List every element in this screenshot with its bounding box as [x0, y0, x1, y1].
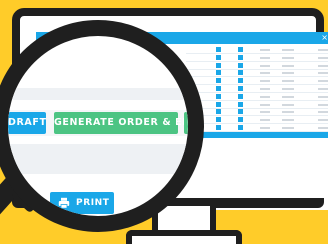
magnifier-lens: DRAFT GENERATE ORDER & EMAIL G PRINT: [0, 20, 204, 232]
mini-cell-text: [260, 119, 270, 122]
mini-table-row: [186, 54, 328, 62]
mini-table-row: [186, 46, 328, 54]
mini-cell-text: [282, 80, 294, 83]
save-draft-button[interactable]: DRAFT: [8, 112, 46, 134]
mini-cell-text: [260, 95, 270, 98]
mini-cell-text: [318, 119, 328, 122]
mini-quantity-box: [238, 62, 243, 68]
mini-quantity-box: [216, 54, 221, 60]
mini-quantity-box: [216, 117, 221, 123]
monitor-stand-base: [126, 230, 242, 244]
generate-order-email-label: GENERATE ORDER & EMAIL: [54, 117, 188, 128]
mini-cell-text: [282, 127, 294, 129]
mini-cell-text: [282, 111, 294, 114]
form-field-top: [8, 88, 188, 100]
mini-cell-text: [318, 127, 328, 129]
mini-table-row: [186, 108, 328, 117]
mini-quantity-box: [238, 93, 243, 99]
generate-order-email-button[interactable]: GENERATE ORDER & EMAIL: [54, 112, 188, 134]
mini-cell-text: [260, 80, 270, 83]
mini-cell-text: [282, 64, 294, 67]
mini-table-row: [186, 116, 328, 125]
mini-cell-text: [260, 72, 270, 75]
mini-quantity-box: [238, 54, 243, 60]
mini-table-row: [186, 124, 328, 132]
printer-icon: [58, 197, 70, 209]
mini-quantity-box: [216, 101, 221, 107]
mini-cell-text: [318, 56, 328, 59]
mini-cell-text: [260, 56, 270, 59]
mini-cell-text: [318, 80, 328, 83]
third-action-button[interactable]: G: [184, 112, 188, 134]
mini-cell-text: [282, 119, 294, 122]
print-button[interactable]: PRINT: [50, 192, 114, 214]
illustration-scene: × DRAFT GENERATE ORDER & EMAIL G: [0, 0, 328, 244]
mini-table-row: [186, 62, 328, 70]
mini-cell-text: [260, 64, 270, 67]
mini-cell-text: [318, 103, 328, 106]
mini-quantity-box: [238, 101, 243, 107]
mini-table-row: [186, 93, 328, 101]
print-button-label: PRINT: [76, 198, 110, 208]
mini-cell-text: [260, 111, 270, 114]
mini-table-footer: [186, 132, 328, 138]
mini-quantity-box: [216, 78, 221, 84]
mini-quantity-box: [216, 125, 221, 130]
notes-field[interactable]: [8, 144, 188, 174]
mini-quantity-box: [238, 109, 243, 115]
mini-cell-text: [318, 72, 328, 75]
mini-quantity-box: [238, 47, 243, 52]
mini-quantity-box: [216, 93, 221, 99]
mini-quantity-box: [238, 125, 243, 130]
mini-cell-text: [282, 72, 294, 75]
mini-quantity-box: [216, 109, 221, 115]
save-draft-button-label: DRAFT: [8, 117, 47, 128]
mini-table-row: [186, 77, 328, 86]
mini-quantity-box: [238, 86, 243, 91]
mini-cell-text: [282, 103, 294, 106]
mini-cell-text: [282, 56, 294, 59]
mini-quantity-box: [216, 86, 221, 91]
mini-cell-text: [318, 64, 328, 67]
mini-cell-text: [282, 95, 294, 98]
mini-quantity-box: [216, 62, 221, 68]
mini-cell-text: [282, 49, 294, 51]
mini-table-row: [186, 101, 328, 109]
mini-quantity-box: [238, 78, 243, 84]
mini-cell-text: [260, 49, 270, 51]
mini-order-table: [186, 46, 328, 138]
mini-cell-text: [318, 88, 328, 90]
mini-cell-text: [260, 127, 270, 129]
mini-cell-text: [318, 111, 328, 114]
secondary-action-button[interactable]: [8, 192, 36, 214]
mini-cell-text: [318, 49, 328, 51]
mini-quantity-box: [216, 47, 221, 52]
magnified-view: DRAFT GENERATE ORDER & EMAIL G PRINT: [8, 36, 188, 216]
mini-cell-text: [282, 88, 294, 90]
mini-table-row: [186, 85, 328, 93]
mini-close-icon: ×: [321, 33, 328, 42]
mini-quantity-box: [216, 70, 221, 76]
mini-table-row: [186, 69, 328, 78]
mini-cell-text: [318, 95, 328, 98]
mini-quantity-box: [238, 70, 243, 76]
mini-cell-text: [260, 103, 270, 106]
mini-quantity-box: [238, 117, 243, 123]
mini-cell-text: [260, 88, 270, 90]
